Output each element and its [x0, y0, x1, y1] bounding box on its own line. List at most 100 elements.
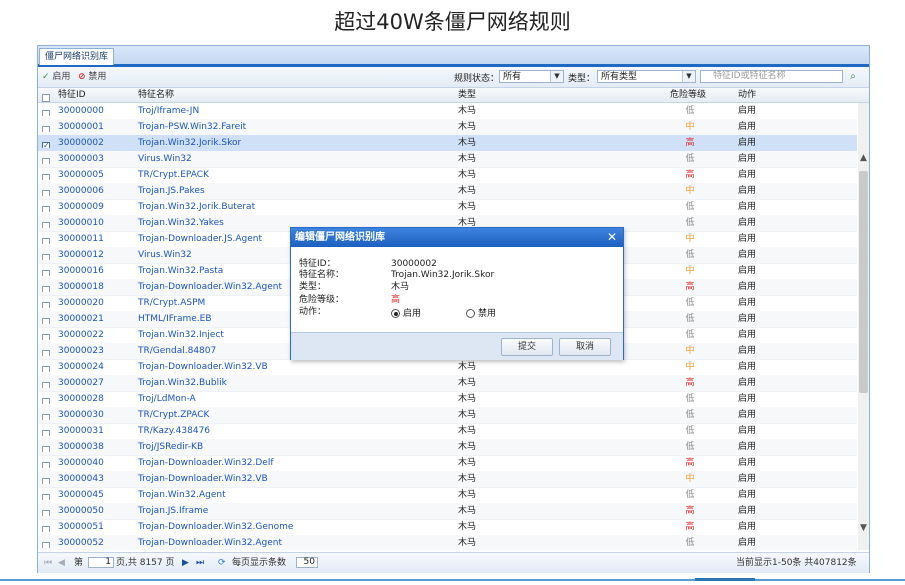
feature-name[interactable]: Trojan.Win32.Jorik.Buterat: [138, 199, 255, 215]
row-checkbox[interactable]: [42, 202, 50, 212]
feature-id[interactable]: 30000005: [58, 167, 104, 183]
table-row[interactable]: 30000038 Troj/JSRedir-KB 木马 低 启用: [38, 439, 857, 456]
first-page-icon[interactable]: ⏮: [44, 557, 52, 569]
type-select[interactable]: 所有类型 ▼: [597, 70, 696, 83]
feature-id[interactable]: 30000012: [58, 247, 104, 263]
scroll-down-icon[interactable]: ▼: [858, 523, 869, 533]
feature-name[interactable]: Trojan.Win32.Inject: [138, 327, 224, 343]
feature-name[interactable]: TR/Crypt.ASPM: [138, 295, 205, 311]
feature-id[interactable]: 30000010: [58, 215, 104, 231]
row-checkbox[interactable]: [42, 186, 50, 196]
table-row[interactable]: 30000024 Trojan-Downloader.Win32.VB 木马 中 启用: [38, 359, 857, 376]
search-icon[interactable]: ⌕: [846, 70, 860, 83]
row-checkbox[interactable]: [42, 218, 50, 228]
table-row[interactable]: 30000028 Troj/LdMon-A 木马 低 启用: [38, 391, 857, 408]
refresh-icon[interactable]: ⟳: [218, 557, 226, 569]
feature-name[interactable]: Trojan.Win32.Yakes: [138, 215, 224, 231]
row-checkbox[interactable]: [42, 122, 50, 132]
search-input[interactable]: 特征ID或特征名称: [700, 70, 843, 83]
row-checkbox[interactable]: ✓: [42, 138, 50, 148]
tab-botnet-library[interactable]: 僵尸网络识别库: [39, 48, 115, 65]
feature-name[interactable]: Trojan.Win32.Agent: [138, 487, 226, 503]
feature-id[interactable]: 30000016: [58, 263, 104, 279]
feature-id[interactable]: 30000031: [58, 423, 104, 439]
feature-name[interactable]: Troj/Iframe-JN: [138, 103, 199, 119]
row-checkbox[interactable]: [42, 506, 50, 516]
table-row[interactable]: 30000031 TR/Kazy.438476 木马 低 启用: [38, 423, 857, 440]
row-checkbox[interactable]: [42, 538, 50, 548]
table-row[interactable]: 30000043 Trojan-Downloader.Win32.VB 木马 中 启用: [38, 471, 857, 488]
row-checkbox[interactable]: [42, 394, 50, 404]
next-page-icon[interactable]: ▶: [182, 557, 189, 569]
feature-id[interactable]: 30000052: [58, 535, 104, 550]
feature-id[interactable]: 30000030: [58, 407, 104, 423]
feature-id[interactable]: 30000006: [58, 183, 104, 199]
feature-name[interactable]: Troj/LdMon-A: [138, 391, 196, 407]
row-checkbox[interactable]: [42, 442, 50, 452]
feature-id[interactable]: 30000018: [58, 279, 104, 295]
feature-id[interactable]: 30000051: [58, 519, 104, 535]
feature-id[interactable]: 30000000: [58, 103, 104, 119]
feature-id[interactable]: 30000027: [58, 375, 104, 391]
row-checkbox[interactable]: [42, 410, 50, 420]
last-page-icon[interactable]: ⏭: [196, 557, 204, 569]
row-checkbox[interactable]: [42, 474, 50, 484]
scrollbar-thumb[interactable]: [859, 171, 868, 393]
rule-status-select[interactable]: 所有 ▼: [499, 70, 564, 83]
vertical-scrollbar[interactable]: ▲ ▼: [858, 103, 869, 550]
feature-name[interactable]: Trojan-Downloader.Win32.Genome: [138, 519, 293, 535]
radio-disable[interactable]: 禁用: [466, 308, 496, 320]
feature-id[interactable]: 30000050: [58, 503, 104, 519]
feature-name[interactable]: TR/Crypt.ZPACK: [138, 407, 209, 423]
feature-id[interactable]: 30000009: [58, 199, 104, 215]
feature-name[interactable]: TR/Gendal.84807: [138, 343, 216, 359]
radio-enable[interactable]: 启用: [391, 308, 421, 320]
row-checkbox[interactable]: [42, 250, 50, 260]
table-row[interactable]: 30000005 TR/Crypt.EPACK 木马 高 启用: [38, 167, 857, 184]
per-page-input[interactable]: 50: [296, 557, 318, 568]
table-row[interactable]: 30000045 Trojan.Win32.Agent 木马 低 启用: [38, 487, 857, 504]
disable-button[interactable]: ⊘ 禁用: [78, 70, 106, 84]
feature-name[interactable]: Virus.Win32: [138, 151, 192, 167]
feature-name[interactable]: Troj/JSRedir-KB: [138, 439, 203, 455]
row-checkbox[interactable]: [42, 314, 50, 324]
table-row[interactable]: 30000052 Trojan-Downloader.Win32.Agent 木马 低…: [38, 535, 857, 550]
feature-id[interactable]: 30000043: [58, 471, 104, 487]
submit-button[interactable]: 提交: [501, 338, 553, 356]
row-checkbox[interactable]: [42, 458, 50, 468]
enable-button[interactable]: ✓ 启用: [42, 70, 70, 84]
feature-id[interactable]: 30000022: [58, 327, 104, 343]
table-row[interactable]: 30000050 Trojan.JS.Iframe 木马 高 启用: [38, 503, 857, 520]
row-checkbox[interactable]: [42, 266, 50, 276]
feature-name[interactable]: Trojan-Downloader.Win32.VB: [138, 359, 268, 375]
column-header-risk[interactable]: 危险等级: [670, 88, 706, 102]
row-checkbox[interactable]: [42, 522, 50, 532]
feature-id[interactable]: 30000040: [58, 455, 104, 471]
row-checkbox[interactable]: [42, 106, 50, 116]
feature-id[interactable]: 30000028: [58, 391, 104, 407]
column-header-name[interactable]: 特征名称: [138, 88, 174, 102]
row-checkbox[interactable]: [42, 330, 50, 340]
feature-name[interactable]: Trojan-Downloader.Win32.Agent: [138, 279, 282, 295]
feature-id[interactable]: 30000002: [58, 135, 104, 151]
prev-page-icon[interactable]: ◀: [58, 557, 65, 569]
feature-name[interactable]: Trojan.JS.Pakes: [138, 183, 205, 199]
table-row[interactable]: 30000051 Trojan-Downloader.Win32.Genome 木马…: [38, 519, 857, 536]
feature-name[interactable]: TR/Crypt.EPACK: [138, 167, 209, 183]
row-checkbox[interactable]: [42, 170, 50, 180]
dialog-title-bar[interactable]: 编辑僵尸网络识别库 ✕: [291, 228, 623, 247]
feature-id[interactable]: 30000001: [58, 119, 104, 135]
feature-name[interactable]: Trojan.Win32.Pasta: [138, 263, 223, 279]
table-row[interactable]: 30000030 TR/Crypt.ZPACK 木马 低 启用: [38, 407, 857, 424]
close-icon[interactable]: ✕: [607, 228, 617, 247]
feature-name[interactable]: HTML/IFrame.EB: [138, 311, 212, 327]
feature-name[interactable]: Trojan-PSW.Win32.Fareit: [138, 119, 246, 135]
cancel-button[interactable]: 取消: [559, 338, 611, 356]
feature-id[interactable]: 30000011: [58, 231, 104, 247]
feature-name[interactable]: Trojan.Win32.Jorik.Skor: [138, 135, 241, 151]
feature-name[interactable]: Virus.Win32: [138, 247, 192, 263]
row-checkbox[interactable]: [42, 234, 50, 244]
feature-id[interactable]: 30000045: [58, 487, 104, 503]
select-all-checkbox[interactable]: [42, 91, 50, 102]
row-checkbox[interactable]: [42, 426, 50, 436]
